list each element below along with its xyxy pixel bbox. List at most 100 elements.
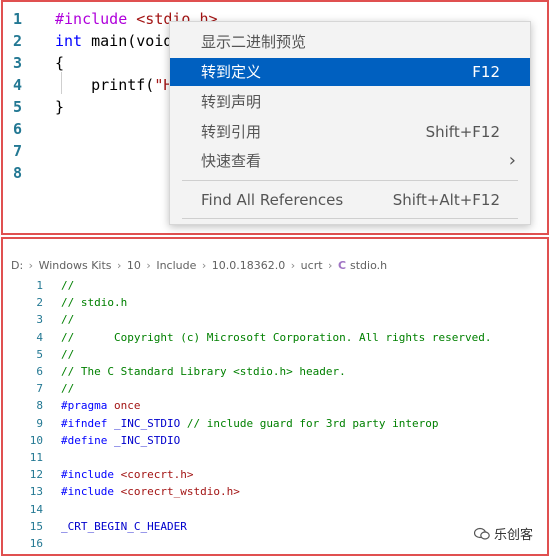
code-token: { [55, 54, 65, 72]
line-number: 6 [36, 365, 43, 378]
line-number: 1 [13, 10, 23, 28]
line-number: 3 [13, 54, 23, 72]
line-number: 14 [29, 502, 43, 516]
code-token: #include [61, 468, 121, 482]
menu-label: Find All References [201, 191, 344, 209]
code-text: #include <corecrt_wstdio.h> [61, 483, 240, 500]
code-text: #pragma once [61, 397, 140, 414]
c-file-icon: C [337, 259, 347, 272]
code-token: #pragma [61, 399, 114, 413]
context-menu: 显示二进制预览 转到定义 F12 转到声明 转到引用 Shift+F12 快速查… [169, 21, 531, 225]
menu-shortcut: Shift+F12 [425, 123, 500, 141]
watermark-text: 乐创客 [494, 528, 534, 543]
breadcrumb-separator: › [25, 259, 37, 272]
breadcrumb-item[interactable]: ucrt [301, 259, 323, 272]
code-token: #include [61, 485, 121, 499]
breadcrumb-item[interactable]: Windows Kits [39, 259, 112, 272]
code-token: #include [55, 10, 137, 28]
line-number: 11 [29, 451, 43, 464]
code-token: } [55, 98, 65, 116]
top-editor-panel: 1 #include <stdio.h> 2 int main(void) 3{4 pr… [1, 0, 549, 235]
line-number: 10 [29, 433, 43, 447]
code-token: #define [61, 433, 114, 447]
code-token: printf( [55, 76, 155, 94]
menu-shortcut: F12 [472, 63, 500, 81]
menu-item-find-all-references[interactable]: Find All References Shift+Alt+F12 [170, 186, 530, 214]
bottom-editor-panel: D: › Windows Kits › 10 › Include › 10.0.… [1, 237, 549, 556]
code-token: _INC_STDIO [113, 433, 181, 447]
code-token: <corecrt.h> [120, 468, 194, 482]
code-token: // The C Standard Library <stdio.h> head… [61, 365, 346, 378]
code-text: _CRT_BEGIN_C_HEADER [61, 518, 187, 535]
watermark: 乐创客 [474, 524, 533, 543]
breadcrumb-item[interactable]: D: [11, 259, 23, 272]
code-text: // Copyright (c) Microsoft Corporation. … [61, 329, 491, 346]
code-token: #ifndef [61, 416, 114, 430]
line-number: 13 [29, 485, 43, 499]
line-number: 2 [13, 32, 23, 50]
code-text: #define _INC_STDIO [61, 432, 180, 449]
code-text: // stdio.h [61, 294, 127, 311]
line-number: 5 [36, 347, 43, 361]
chevron-right-icon: › [508, 150, 516, 171]
menu-shortcut: Shift+Alt+F12 [392, 191, 500, 209]
breadcrumb-file[interactable]: stdio.h [350, 259, 387, 272]
menu-label: 转到定义 [201, 63, 262, 81]
menu-item-go-to-references[interactable]: 转到引用 Shift+F12 [170, 118, 530, 146]
breadcrumb-item[interactable]: Include [156, 259, 196, 272]
code-text: // [61, 346, 74, 363]
code-token: // [61, 382, 75, 396]
code-token: // Copyright (c) Microsoft Corporation. … [61, 330, 492, 344]
line-number: 15 [29, 519, 43, 533]
code-text: #ifndef _INC_STDIO // include guard for … [61, 415, 439, 432]
line-number: 3 [36, 313, 43, 327]
menu-label: 显示二进制预览 [201, 33, 307, 51]
code-text: // [61, 277, 74, 294]
menu-label: 转到声明 [201, 93, 262, 111]
code-text: #include <corecrt.h> [61, 466, 193, 483]
code-text: // [61, 380, 74, 397]
code-token: // [61, 313, 75, 327]
line-number: 16 [29, 537, 43, 550]
menu-separator [182, 218, 518, 219]
menu-label: 转到引用 [201, 123, 262, 141]
line-number: 7 [36, 382, 43, 396]
line-number: 4 [36, 330, 43, 344]
menu-separator [182, 180, 518, 181]
code-text: // [61, 311, 74, 328]
code-token: _CRT_BEGIN_C_HEADER [61, 519, 187, 533]
code-token: once [113, 399, 141, 413]
line-number: 5 [13, 98, 23, 116]
code-text: } [55, 96, 64, 118]
code-text: // The C Standard Library <stdio.h> head… [61, 363, 346, 380]
menu-item-go-to-declaration[interactable]: 转到声明 [170, 88, 530, 116]
code-token: // [61, 279, 75, 292]
code-text: { [55, 52, 64, 74]
menu-item-peek[interactable]: 快速查看 › [170, 147, 530, 175]
code-token: _INC_STDIO [113, 416, 187, 430]
code-token: // include guard for 3rd party interop [186, 416, 439, 430]
breadcrumb-item[interactable]: 10 [127, 259, 141, 272]
line-number: 7 [13, 142, 23, 160]
code-text: int main(void) [55, 30, 181, 52]
code-token: main(void) [82, 32, 182, 50]
line-number: 8 [36, 399, 43, 413]
breadcrumb: D: › Windows Kits › 10 › Include › 10.0.… [11, 259, 387, 272]
breadcrumb-separator: › [142, 259, 155, 272]
line-number: 2 [36, 296, 43, 310]
breadcrumb-separator: › [198, 259, 210, 272]
line-number: 6 [13, 120, 23, 138]
line-number: 8 [13, 164, 23, 182]
line-number: 12 [29, 468, 43, 482]
menu-item-binary-preview[interactable]: 显示二进制预览 [170, 28, 530, 56]
code-token: int [55, 32, 83, 50]
line-number: 4 [13, 76, 23, 94]
breadcrumb-separator: › [324, 259, 336, 272]
indent-guide [61, 72, 62, 94]
line-number: 9 [36, 416, 43, 430]
breadcrumb-item[interactable]: 10.0.18362.0 [212, 259, 285, 272]
line-number: 1 [36, 279, 43, 292]
code-token: // stdio.h [61, 296, 128, 310]
menu-item-go-to-definition[interactable]: 转到定义 F12 [170, 58, 530, 86]
code-token: <corecrt_wstdio.h> [120, 485, 240, 499]
